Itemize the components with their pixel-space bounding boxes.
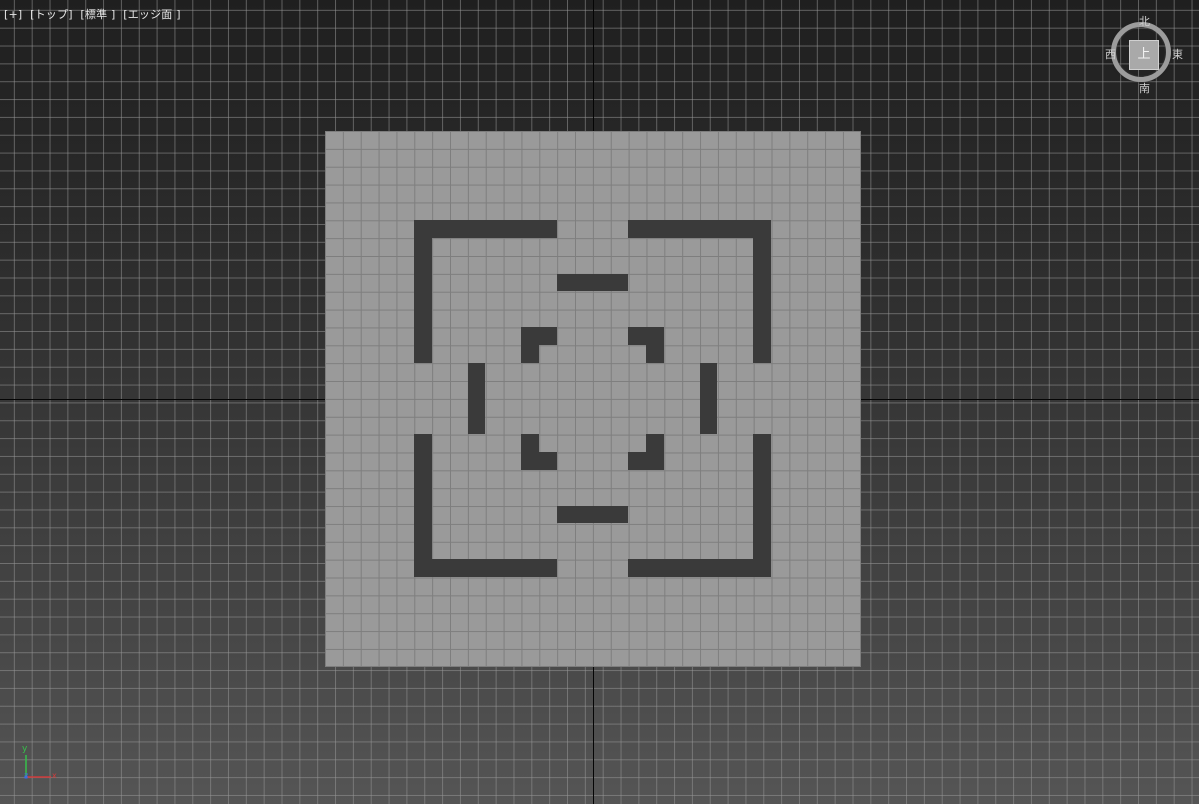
axis-tripod: y z x bbox=[18, 744, 62, 784]
selected-face-block[interactable] bbox=[753, 238, 771, 363]
selected-face-block[interactable] bbox=[521, 452, 557, 470]
viewcube-top-face[interactable]: 上 bbox=[1129, 40, 1159, 70]
selected-face-block[interactable] bbox=[521, 434, 539, 452]
selected-face-block[interactable] bbox=[646, 345, 664, 363]
selected-face-block[interactable] bbox=[646, 434, 664, 452]
viewport-edged-faces-menu[interactable]: [エッジ面 ] bbox=[123, 8, 180, 21]
selected-face-block[interactable] bbox=[414, 220, 557, 238]
viewport-label-menu[interactable]: [+] [トップ] [標準 ] [エッジ面 ] bbox=[4, 6, 185, 22]
selected-face-block[interactable] bbox=[628, 327, 664, 345]
selected-face-block[interactable] bbox=[414, 434, 432, 559]
selected-face-block[interactable] bbox=[556, 505, 629, 524]
selected-face-block[interactable] bbox=[556, 273, 629, 292]
axis-z-label: z bbox=[24, 771, 29, 780]
selected-face-block[interactable] bbox=[628, 452, 664, 470]
selected-face-block[interactable] bbox=[628, 220, 771, 238]
selected-face-block[interactable] bbox=[414, 559, 557, 577]
selected-face-block[interactable] bbox=[521, 345, 539, 363]
viewport-general-menu[interactable]: [+] bbox=[4, 8, 22, 21]
axis-y-label: y bbox=[22, 744, 28, 754]
viewcube[interactable]: 上 北 南 西 東 bbox=[1105, 16, 1185, 96]
compass-west-label: 西 bbox=[1105, 48, 1116, 61]
selected-face-block[interactable] bbox=[699, 362, 718, 435]
compass-south-label: 南 bbox=[1139, 82, 1150, 95]
axis-x-label: x bbox=[52, 771, 57, 780]
selected-face-block[interactable] bbox=[521, 327, 557, 345]
selected-face-block[interactable] bbox=[753, 434, 771, 559]
viewport-point-of-view-menu[interactable]: [トップ] bbox=[30, 8, 73, 21]
selected-face-block[interactable] bbox=[414, 238, 432, 363]
compass-north-label: 北 bbox=[1139, 15, 1150, 28]
plane-object[interactable] bbox=[325, 131, 861, 667]
compass-east-label: 東 bbox=[1172, 48, 1183, 61]
viewport-shading-menu[interactable]: [標準 ] bbox=[80, 8, 115, 21]
viewport-top[interactable]: [+] [トップ] [標準 ] [エッジ面 ] 上 北 南 西 東 y z x bbox=[0, 0, 1199, 804]
selected-face-block[interactable] bbox=[467, 362, 486, 435]
selected-face-block[interactable] bbox=[628, 559, 771, 577]
